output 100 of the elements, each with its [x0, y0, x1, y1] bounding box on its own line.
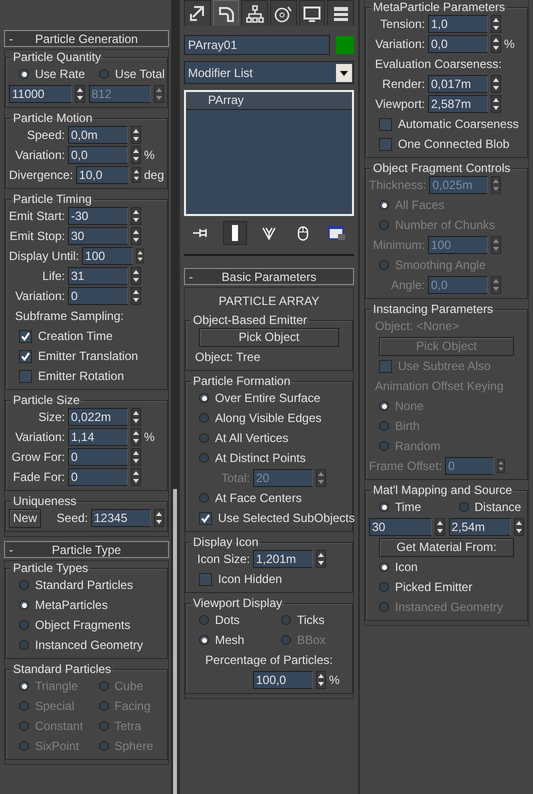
number-field[interactable]: -30: [68, 207, 128, 225]
spinner-arrows[interactable]: [491, 75, 501, 93]
number-field[interactable]: 1,14: [68, 428, 128, 446]
field-label: Grow For:: [10, 450, 65, 464]
radio-button[interactable]: Instanced Geometry: [9, 638, 164, 652]
number-field[interactable]: 12345: [91, 509, 151, 527]
radio-button[interactable]: Use Total: [89, 67, 165, 81]
number-field[interactable]: 30: [68, 227, 128, 245]
panel-button[interactable]: New: [9, 508, 42, 528]
number-field[interactable]: 0,017m: [428, 75, 488, 93]
group-title: Mat'l Mapping and Source: [372, 483, 514, 497]
number-field[interactable]: 0,022m: [68, 408, 128, 426]
number-field[interactable]: 0,0: [428, 35, 488, 53]
radio-button[interactable]: Use Rate: [9, 67, 86, 81]
number-field[interactable]: 10,0: [76, 166, 130, 184]
spinner-arrows[interactable]: [491, 95, 501, 113]
radio-button[interactable]: Ticks: [271, 613, 349, 627]
spinner-arrows[interactable]: [131, 146, 141, 164]
panel-button[interactable]: Pick Object: [199, 328, 339, 346]
spinner-arrows[interactable]: [131, 207, 141, 225]
spinner-arrows[interactable]: [154, 509, 164, 527]
number-field[interactable]: 31: [68, 267, 128, 285]
spinner-arrows[interactable]: [514, 518, 524, 536]
number-field[interactable]: 100,0: [253, 671, 313, 689]
group-title: Instancing Parameters: [372, 302, 494, 316]
group-title: Particle Motion: [12, 111, 94, 125]
number-field[interactable]: 0: [68, 468, 128, 486]
radio-button[interactable]: Standard Particles: [9, 578, 164, 592]
number-field[interactable]: 0: [68, 287, 128, 305]
checkbox[interactable]: Emitter Rotation: [9, 369, 164, 383]
number-field[interactable]: 30: [369, 518, 432, 536]
rollout-header[interactable]: - Basic Parameters: [184, 268, 354, 285]
spinner-arrows[interactable]: [316, 550, 326, 568]
panel-button[interactable]: Get Material From:: [379, 538, 514, 556]
group-title: Object-Based Emitter: [192, 313, 308, 327]
radio-button[interactable]: Over Entire Surface: [189, 391, 349, 405]
spinner-arrows[interactable]: [131, 126, 141, 144]
number-field[interactable]: 1,201m: [253, 550, 313, 568]
unit-label: %: [504, 37, 515, 51]
number-field[interactable]: 11000: [9, 85, 72, 103]
panel-text: Animation Offset Keying: [374, 379, 504, 393]
unit-label: %: [144, 430, 155, 444]
radio-button[interactable]: Object Fragments: [9, 618, 164, 632]
spinner-arrows[interactable]: [131, 408, 141, 426]
stack-item[interactable]: PArray: [186, 92, 352, 110]
spinner-arrows[interactable]: [491, 15, 501, 33]
checkbox[interactable]: Automatic Coarseness: [369, 117, 524, 131]
spinner-arrows[interactable]: [434, 518, 444, 536]
number-field[interactable]: 2,54m: [448, 518, 511, 536]
spinner-arrows[interactable]: [131, 428, 141, 446]
number-field[interactable]: 0,0m: [68, 126, 128, 144]
panel-tab[interactable]: [298, 0, 326, 26]
spinner-arrows[interactable]: [316, 671, 326, 689]
radio-button[interactable]: Distance: [448, 500, 524, 514]
scrollbar[interactable]: [171, 0, 178, 794]
radio-button[interactable]: MetaParticles: [9, 598, 164, 612]
spinner-arrows[interactable]: [131, 448, 141, 466]
spinner-arrows[interactable]: [74, 85, 84, 103]
spinner-arrows[interactable]: [132, 166, 141, 184]
panel-tab[interactable]: [212, 0, 240, 26]
checkbox[interactable]: Creation Time: [9, 329, 164, 343]
radio-button[interactable]: Time: [369, 500, 444, 514]
panel-tab[interactable]: [327, 0, 354, 26]
name-field[interactable]: PArray01: [184, 35, 330, 55]
number-field[interactable]: 2,587m: [428, 95, 488, 113]
spinner-arrows[interactable]: [131, 227, 141, 245]
disc-icon: [274, 4, 292, 22]
radio-button[interactable]: Mesh: [189, 633, 267, 647]
number-field[interactable]: 0,0: [68, 146, 128, 164]
color-swatch[interactable]: [336, 36, 354, 54]
toolbar-button[interactable]: [223, 221, 247, 245]
panel-tab[interactable]: [184, 0, 211, 26]
radio-button[interactable]: At All Vertices: [189, 431, 349, 445]
rollout-header[interactable]: - Particle Type: [4, 541, 169, 558]
checkbox[interactable]: Icon Hidden: [189, 572, 349, 586]
number-field[interactable]: 1,0: [428, 15, 488, 33]
checkbox[interactable]: Use Selected SubObjects: [189, 511, 355, 525]
radio-button[interactable]: Picked Emitter: [369, 580, 524, 594]
number-field[interactable]: 0: [68, 448, 128, 466]
spinner-arrows[interactable]: [131, 468, 141, 486]
rollout-header[interactable]: - Particle Generation: [4, 30, 169, 47]
radio-button[interactable]: At Face Centers: [189, 491, 349, 505]
spinner-arrows[interactable]: [491, 35, 501, 53]
radio-button[interactable]: At Distinct Points: [189, 451, 349, 465]
field-label: Minimum:: [372, 238, 425, 252]
group-title: Particle Quantity: [12, 50, 102, 64]
radio-button[interactable]: Icon: [369, 560, 524, 574]
panel-tab[interactable]: [241, 0, 268, 26]
checkbox[interactable]: One Connected Blob: [369, 137, 524, 151]
panel-tab[interactable]: [270, 0, 297, 26]
spinner-arrows[interactable]: [131, 287, 141, 305]
checkbox[interactable]: Emitter Translation: [9, 349, 164, 363]
radio-button[interactable]: Along Visible Edges: [189, 411, 349, 425]
spinner-arrows[interactable]: [136, 247, 144, 265]
modifier-dropdown[interactable]: Modifier List: [184, 61, 354, 84]
spinner-arrows[interactable]: [131, 267, 141, 285]
field-label: Variation:: [14, 289, 65, 303]
number-field[interactable]: 100: [82, 247, 134, 265]
group-title: Viewport Display: [192, 596, 284, 610]
radio-button[interactable]: Dots: [189, 613, 267, 627]
